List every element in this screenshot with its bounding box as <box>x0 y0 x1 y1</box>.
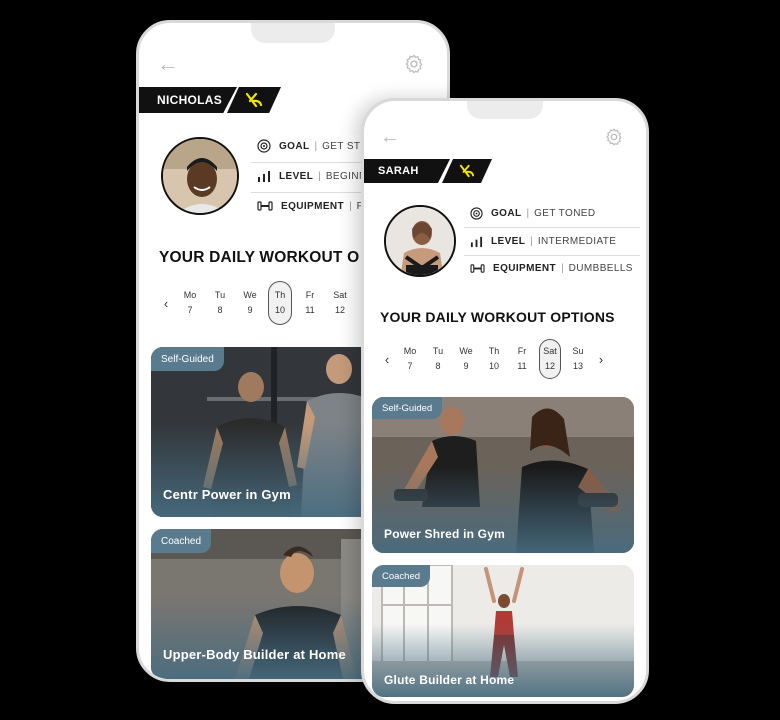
equipment-stat: EQUIPMENT | F <box>257 199 363 213</box>
centr-logo-icon <box>227 87 281 113</box>
workout-title: Glute Builder at Home <box>384 673 515 687</box>
dumbbell-icon <box>257 201 273 211</box>
workout-title: Upper-Body Builder at Home <box>163 647 346 662</box>
section-heading: YOUR DAILY WORKOUT OPTIONS <box>380 309 615 325</box>
avatar <box>161 137 239 215</box>
user-name-banner: SARAH <box>364 159 498 183</box>
day-mo[interactable]: Mo 7 <box>175 281 205 325</box>
day-th[interactable]: Th 10 <box>480 339 508 379</box>
workout-title: Power Shred in Gym <box>384 527 505 541</box>
prev-week-icon[interactable]: ‹ <box>378 352 396 367</box>
workout-type-badge: Self-Guided <box>151 347 224 371</box>
day-su[interactable]: Su 13 <box>564 339 592 379</box>
phone-notch <box>251 23 335 43</box>
day-we[interactable]: We 9 <box>235 281 265 325</box>
day-we[interactable]: We 9 <box>452 339 480 379</box>
workout-type-badge: Self-Guided <box>372 397 443 419</box>
day-th-selected[interactable]: Th 10 <box>268 281 292 325</box>
user-name-banner: NICHOLAS <box>139 87 289 113</box>
user-name: SARAH <box>364 159 450 183</box>
equipment-stat: EQUIPMENT | DUMBBELLS <box>470 262 633 275</box>
dumbbell-icon <box>470 264 485 273</box>
avatar <box>384 205 456 277</box>
level-stat: LEVEL | BEGINN <box>257 169 367 183</box>
workout-type-badge: Coached <box>372 565 431 587</box>
back-arrow-icon[interactable]: ← <box>157 53 179 75</box>
section-heading: YOUR DAILY WORKOUT O <box>159 249 360 266</box>
day-mo[interactable]: Mo 7 <box>396 339 424 379</box>
prev-week-icon[interactable]: ‹ <box>157 296 175 311</box>
back-arrow-icon[interactable]: ← <box>380 127 400 147</box>
user-name: NICHOLAS <box>139 87 237 113</box>
level-stat: LEVEL | INTERMEDIATE <box>470 235 616 248</box>
level-bars-icon <box>470 236 483 248</box>
target-icon <box>470 207 483 220</box>
workout-card[interactable]: Self-Guided Power Shred in Gym <box>372 397 634 553</box>
workout-card[interactable]: Coached Glute Builder at Home <box>372 565 634 697</box>
day-selector: ‹ Mo 7 Tu 8 We 9 Th 10 Fr 11 Sat 12 <box>157 281 355 325</box>
day-fr[interactable]: Fr 11 <box>508 339 536 379</box>
settings-gear-icon[interactable] <box>403 53 425 75</box>
phone-sarah: ← SARAH GOAL | GET TONED LEVEL | INTERMEDIAT… <box>361 98 649 704</box>
day-selector: ‹ Mo 7 Tu 8 We 9 Th 10 Fr 11 Sat 12 Su 13 › <box>378 339 610 379</box>
day-fr[interactable]: Fr 11 <box>295 281 325 325</box>
level-bars-icon <box>258 171 270 182</box>
goal-stat: GOAL | GET TONED <box>470 207 596 220</box>
centr-logo-icon <box>442 159 492 183</box>
target-icon <box>257 139 271 153</box>
settings-gear-icon[interactable] <box>604 127 624 147</box>
workout-title: Centr Power in Gym <box>163 487 291 502</box>
day-tu[interactable]: Tu 8 <box>424 339 452 379</box>
day-tu[interactable]: Tu 8 <box>205 281 235 325</box>
goal-stat: GOAL | GET STRE <box>257 139 375 153</box>
workout-type-badge: Coached <box>151 529 212 553</box>
day-sat[interactable]: Sat 12 <box>325 281 355 325</box>
next-week-icon[interactable]: › <box>592 352 610 367</box>
day-sat-selected[interactable]: Sat 12 <box>539 339 561 379</box>
phone-notch <box>467 101 543 119</box>
